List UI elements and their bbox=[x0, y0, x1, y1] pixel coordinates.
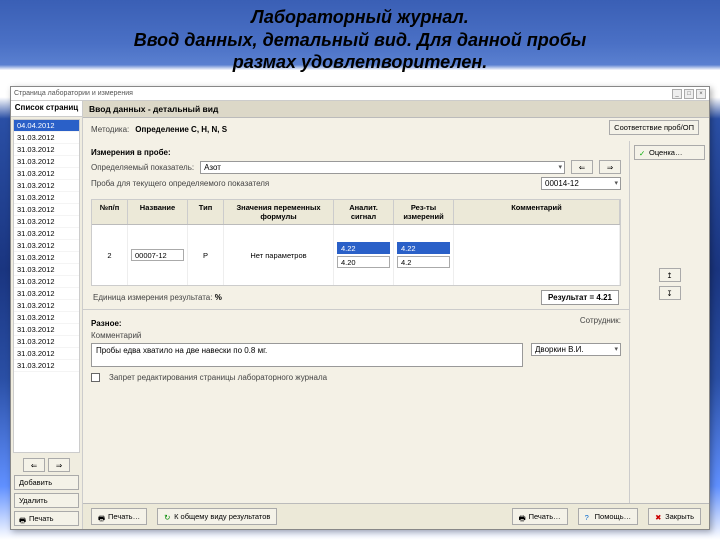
refresh-button[interactable]: ↻К общему виду результатов bbox=[157, 508, 277, 525]
cell-formula: Нет параметров bbox=[250, 251, 306, 260]
panel-header: Ввод данных - детальный вид bbox=[83, 101, 709, 118]
signal-1-input[interactable]: 4.22 bbox=[337, 242, 390, 254]
date-item[interactable]: 31.03.2012 bbox=[14, 204, 79, 216]
indicator-prev-button[interactable]: ⇐ bbox=[571, 160, 593, 174]
result-2-input[interactable]: 4.2 bbox=[397, 256, 450, 268]
title-line-2: Ввод данных, детальный вид. Для данной п… bbox=[134, 30, 586, 50]
employee-label: Сотрудник: bbox=[580, 316, 621, 325]
right-side-column: ✓ Оценка… ↥ ↧ bbox=[629, 141, 709, 503]
minimize-button[interactable]: _ bbox=[672, 89, 682, 99]
check-icon: ✓ bbox=[639, 149, 647, 157]
date-item[interactable]: 31.03.2012 bbox=[14, 360, 79, 372]
date-item[interactable]: 31.03.2012 bbox=[14, 216, 79, 228]
lock-checkbox[interactable] bbox=[91, 373, 100, 382]
conformity-button[interactable]: Соответствие проб/ОП bbox=[609, 120, 699, 135]
move-down-button[interactable]: ↧ bbox=[659, 286, 681, 300]
titlebar: Страница лаборатории и измерения _ □ × bbox=[11, 87, 709, 101]
date-item[interactable]: 31.03.2012 bbox=[14, 312, 79, 324]
date-item[interactable]: 31.03.2012 bbox=[14, 276, 79, 288]
move-up-button[interactable]: ↥ bbox=[659, 268, 681, 282]
date-item[interactable]: 31.03.2012 bbox=[14, 336, 79, 348]
date-item[interactable]: 31.03.2012 bbox=[14, 228, 79, 240]
date-item[interactable]: 31.03.2012 bbox=[14, 144, 79, 156]
maximize-button[interactable]: □ bbox=[684, 89, 694, 99]
unit-label: Единица измерения результата: bbox=[93, 293, 212, 302]
date-item[interactable]: 31.03.2012 bbox=[14, 324, 79, 336]
result-1-input[interactable]: 4.22 bbox=[397, 242, 450, 254]
col-comment: Комментарий bbox=[454, 200, 620, 224]
help-button[interactable]: ?Помощь… bbox=[578, 508, 638, 525]
measure-label: Измерения в пробе: bbox=[91, 148, 171, 157]
date-item[interactable]: 31.03.2012 bbox=[14, 132, 79, 144]
footer-print2-button[interactable]: 🖶Печать… bbox=[512, 508, 568, 525]
close-icon: ✖ bbox=[655, 513, 663, 521]
sidebar: Список страниц 04.04.201231.03.201231.03… bbox=[11, 101, 83, 529]
unit-value: % bbox=[215, 293, 222, 302]
date-item[interactable]: 31.03.2012 bbox=[14, 264, 79, 276]
indicator-label: Определяемый показатель: bbox=[91, 163, 194, 172]
sample-dropdown[interactable]: 00014-12 bbox=[541, 177, 621, 190]
slide-title: Лабораторный журнал. Ввод данных, деталь… bbox=[0, 0, 720, 78]
col-type: Тип bbox=[188, 200, 224, 224]
col-result: Рез-ты измерений bbox=[394, 200, 454, 224]
delete-button[interactable]: Удалить bbox=[14, 493, 79, 508]
sidebar-header: Список страниц bbox=[11, 101, 82, 117]
printer-icon: 🖶 bbox=[98, 513, 106, 521]
lock-label: Запрет редактирования страницы лаборатор… bbox=[109, 373, 327, 382]
method-value: Определение C, H, N, S bbox=[135, 125, 227, 134]
page-next-button[interactable]: ⇒ bbox=[48, 458, 70, 472]
date-item[interactable]: 31.03.2012 bbox=[14, 240, 79, 252]
page-prev-button[interactable]: ⇐ bbox=[23, 458, 45, 472]
col-num: №п/п bbox=[92, 200, 128, 224]
date-item[interactable]: 31.03.2012 bbox=[14, 168, 79, 180]
comment-label: Комментарий bbox=[91, 331, 141, 340]
window-title: Страница лаборатории и измерения bbox=[14, 90, 133, 97]
date-item[interactable]: 31.03.2012 bbox=[14, 192, 79, 204]
indicator-next-button[interactable]: ⇒ bbox=[599, 160, 621, 174]
footer-print-button[interactable]: 🖶Печать… bbox=[91, 508, 147, 525]
close-button-footer[interactable]: ✖Закрыть bbox=[648, 508, 701, 525]
cell-type: Р bbox=[203, 251, 208, 260]
employee-dropdown[interactable]: Дворкин В.И. bbox=[531, 343, 621, 356]
printer-icon: 🖶 bbox=[19, 515, 27, 523]
date-item[interactable]: 31.03.2012 bbox=[14, 180, 79, 192]
print-button[interactable]: 🖶Печать bbox=[14, 511, 79, 526]
col-name: Название bbox=[128, 200, 188, 224]
cell-num: 2 bbox=[107, 251, 111, 260]
date-item[interactable]: 31.03.2012 bbox=[14, 300, 79, 312]
close-button[interactable]: × bbox=[696, 89, 706, 99]
date-item[interactable]: 31.03.2012 bbox=[14, 156, 79, 168]
col-formula: Значения переменных формулы bbox=[224, 200, 334, 224]
title-line-1: Лабораторный журнал. bbox=[251, 7, 469, 27]
eval-button[interactable]: ✓ Оценка… bbox=[634, 145, 705, 160]
cell-name[interactable]: 00007-12 bbox=[131, 249, 184, 261]
refresh-icon: ↻ bbox=[164, 513, 172, 521]
title-line-3: размах удовлетворителен. bbox=[233, 52, 488, 72]
signal-2-input[interactable]: 4.20 bbox=[337, 256, 390, 268]
date-item[interactable]: 04.04.2012 bbox=[14, 120, 79, 132]
date-item[interactable]: 31.03.2012 bbox=[14, 288, 79, 300]
result-display: Результат = 4.21 bbox=[541, 290, 619, 305]
main-panel: Ввод данных - детальный вид Методика: Оп… bbox=[83, 101, 709, 529]
sample-label: Проба для текущего определяемого показат… bbox=[91, 179, 535, 188]
measurements-table: №п/п Название Тип Значения переменных фо… bbox=[91, 199, 621, 286]
date-item[interactable]: 31.03.2012 bbox=[14, 252, 79, 264]
footer-toolbar: 🖶Печать… ↻К общему виду результатов 🖶Печ… bbox=[83, 503, 709, 529]
comment-textarea[interactable]: Пробы едва хватило на две навески по 0.8… bbox=[91, 343, 523, 367]
indicator-dropdown[interactable]: Азот bbox=[200, 161, 565, 174]
col-signal: Аналит. сигнал bbox=[334, 200, 394, 224]
table-row: 2 00007-12 Р Нет параметров 4.22 4.20 4.… bbox=[92, 225, 620, 285]
printer-icon: 🖶 bbox=[519, 513, 527, 521]
add-button[interactable]: Добавить bbox=[14, 475, 79, 490]
app-window: Страница лаборатории и измерения _ □ × С… bbox=[10, 86, 710, 530]
misc-label: Разное: bbox=[91, 319, 122, 328]
method-label: Методика: bbox=[91, 125, 129, 134]
date-item[interactable]: 31.03.2012 bbox=[14, 348, 79, 360]
date-list[interactable]: 04.04.201231.03.201231.03.201231.03.2012… bbox=[13, 119, 80, 453]
help-icon: ? bbox=[585, 513, 593, 521]
